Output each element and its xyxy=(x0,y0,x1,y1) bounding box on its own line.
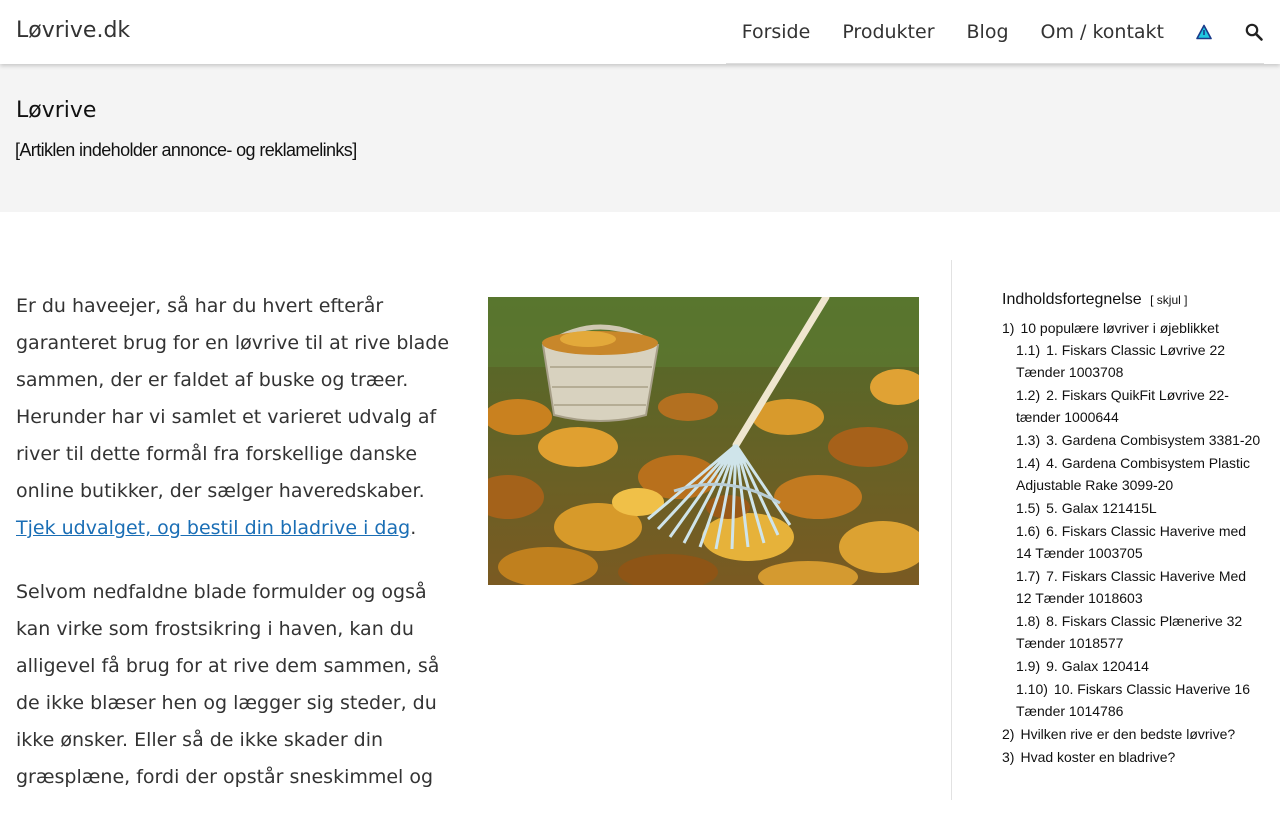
toc-label: 3. Gardena Combisystem 3381-20 xyxy=(1046,432,1261,448)
toc-item: 1.8) 8. Fiskars Classic Plænerive 32 Tænd… xyxy=(1016,610,1264,654)
toc-label: Hvad koster en bladrive? xyxy=(1020,749,1176,765)
rake-leaves-image xyxy=(488,297,919,585)
toc-num: 1.1) xyxy=(1016,342,1041,358)
toc-link[interactable]: 1.1) 1. Fiskars Classic Løvrive 22 Tænder… xyxy=(1016,342,1225,380)
toc-item: 1.3) 3. Gardena Combisystem 3381-20 xyxy=(1016,429,1264,451)
nav-blog[interactable]: Blog xyxy=(967,21,1009,43)
second-paragraph: Selvom nedfaldne blade formulder og også… xyxy=(16,581,440,788)
page-title: Løvrive xyxy=(16,98,97,123)
toc-label: 7. Fiskars Classic Haverive Med 12 Tænde… xyxy=(1016,568,1247,606)
toc-num: 1) xyxy=(1002,320,1015,336)
toc-link[interactable]: 1.6) 6. Fiskars Classic Haverive med 14 T… xyxy=(1016,523,1246,561)
toc-hide-link[interactable]: skjul xyxy=(1157,293,1181,307)
toc-sublist: 1.1) 1. Fiskars Classic Løvrive 22 Tænder… xyxy=(1016,339,1264,722)
toc-num: 1.2) xyxy=(1016,387,1041,403)
toc-label: 10 populære løvriver i øjeblikket xyxy=(1020,320,1219,336)
toc-header: Indholdsfortegnelse [ skjul ] xyxy=(1002,291,1264,309)
nav-om-kontakt[interactable]: Om / kontakt xyxy=(1041,21,1164,43)
toc-num: 1.3) xyxy=(1016,432,1041,448)
toc-num: 1.6) xyxy=(1016,523,1041,539)
toc-num: 1.8) xyxy=(1016,613,1041,629)
toc-item: 1.2) 2. Fiskars QuikFit Løvrive 22-tænder… xyxy=(1016,384,1264,428)
toc-item: 1.10) 10. Fiskars Classic Haverive 16 Tæn… xyxy=(1016,678,1264,722)
toc-toggle: [ skjul ] xyxy=(1150,293,1188,307)
toc-link[interactable]: 1.10) 10. Fiskars Classic Haverive 16 Tæn… xyxy=(1016,681,1250,719)
toc-label: 6. Fiskars Classic Haverive med 14 Tænde… xyxy=(1016,523,1247,561)
toc-item: 1.5) 5. Galax 121415L xyxy=(1016,497,1264,519)
toc-link[interactable]: 1.4) 4. Gardena Combisystem Plastic Adjus… xyxy=(1016,455,1250,493)
nav-forside[interactable]: Forside xyxy=(742,21,811,43)
page-title-band: Løvrive [Artiklen indeholder annonce- og… xyxy=(0,64,1280,212)
toc-item: 1) 10 populære løvriver i øjeblikket 1.1)… xyxy=(1002,317,1264,722)
toc-list: 1) 10 populære løvriver i øjeblikket 1.1)… xyxy=(1002,317,1264,768)
shop-link[interactable]: Tjek udvalget, og bestil din bladrive i … xyxy=(16,517,410,539)
intro-end: . xyxy=(410,517,417,539)
main-nav: Forside Produkter Blog Om / kontakt xyxy=(725,0,1264,64)
toc-item: 1.4) 4. Gardena Combisystem Plastic Adjus… xyxy=(1016,452,1264,496)
toc-item: 3) Hvad koster en bladrive? xyxy=(1002,746,1264,768)
toc-link[interactable]: 3) Hvad koster en bladrive? xyxy=(1002,749,1175,765)
intro-paragraph: Er du haveejer, så har du hvert efterår … xyxy=(16,288,456,547)
toc-item: 2) Hvilken rive er den bedste løvrive? xyxy=(1002,723,1264,745)
toc-item: 1.7) 7. Fiskars Classic Haverive Med 12 T… xyxy=(1016,565,1264,609)
toc-label: 4. Gardena Combisystem Plastic Adjustabl… xyxy=(1016,455,1250,493)
sidebar-divider xyxy=(951,260,952,800)
toc-label: 8. Fiskars Classic Plænerive 32 Tænder 1… xyxy=(1016,613,1243,651)
article-body: Er du haveejer, så har du hvert efterår … xyxy=(16,288,456,823)
site-logo[interactable]: Løvrive.dk xyxy=(16,18,130,43)
toc-num: 1.4) xyxy=(1016,455,1041,471)
toc-link[interactable]: 1.5) 5. Galax 121415L xyxy=(1016,500,1157,516)
toc-label: Hvilken rive er den bedste løvrive? xyxy=(1020,726,1236,742)
toc-label: 10. Fiskars Classic Haverive 16 Tænder 1… xyxy=(1016,681,1250,719)
nav-produkter[interactable]: Produkter xyxy=(842,21,934,43)
ad-disclaimer: [Artiklen indeholder annonce- og reklame… xyxy=(15,140,357,160)
toc-item: 1.1) 1. Fiskars Classic Løvrive 22 Tænder… xyxy=(1016,339,1264,383)
toc-link[interactable]: 1.3) 3. Gardena Combisystem 3381-20 xyxy=(1016,432,1260,448)
site-header: Løvrive.dk Forside Produkter Blog Om / k… xyxy=(0,0,1280,64)
toc-num: 3) xyxy=(1002,749,1015,765)
table-of-contents: Indholdsfortegnelse [ skjul ] 1) 10 popul… xyxy=(1002,291,1264,769)
toc-num: 1.10) xyxy=(1016,681,1048,697)
toc-num: 1.9) xyxy=(1016,658,1041,674)
toc-link[interactable]: 1.9) 9. Galax 120414 xyxy=(1016,658,1149,674)
toc-item: 1.9) 9. Galax 120414 xyxy=(1016,655,1264,677)
toc-label: 5. Galax 121415L xyxy=(1046,500,1157,516)
toc-title: Indholdsfortegnelse xyxy=(1002,291,1142,308)
toc-item: 1.6) 6. Fiskars Classic Haverive med 14 T… xyxy=(1016,520,1264,564)
toc-link[interactable]: 1.2) 2. Fiskars QuikFit Løvrive 22-tænder… xyxy=(1016,387,1229,425)
search-icon[interactable] xyxy=(1244,22,1264,42)
toc-num: 2) xyxy=(1002,726,1015,742)
toc-label: 2. Fiskars QuikFit Løvrive 22-tænder 100… xyxy=(1016,387,1229,425)
toc-link[interactable]: 1.8) 8. Fiskars Classic Plænerive 32 Tænd… xyxy=(1016,613,1242,651)
warning-triangle-icon[interactable] xyxy=(1196,24,1212,40)
toc-label: 1. Fiskars Classic Løvrive 22 Tænder 100… xyxy=(1016,342,1226,380)
toc-link[interactable]: 1) 10 populære løvriver i øjeblikket xyxy=(1002,320,1219,336)
toc-num: 1.5) xyxy=(1016,500,1041,516)
toc-label: 9. Galax 120414 xyxy=(1046,658,1149,674)
intro-text: Er du haveejer, så har du hvert efterår … xyxy=(16,295,450,502)
toc-link[interactable]: 1.7) 7. Fiskars Classic Haverive Med 12 T… xyxy=(1016,568,1246,606)
toc-num: 1.7) xyxy=(1016,568,1041,584)
toc-link[interactable]: 2) Hvilken rive er den bedste løvrive? xyxy=(1002,726,1235,742)
